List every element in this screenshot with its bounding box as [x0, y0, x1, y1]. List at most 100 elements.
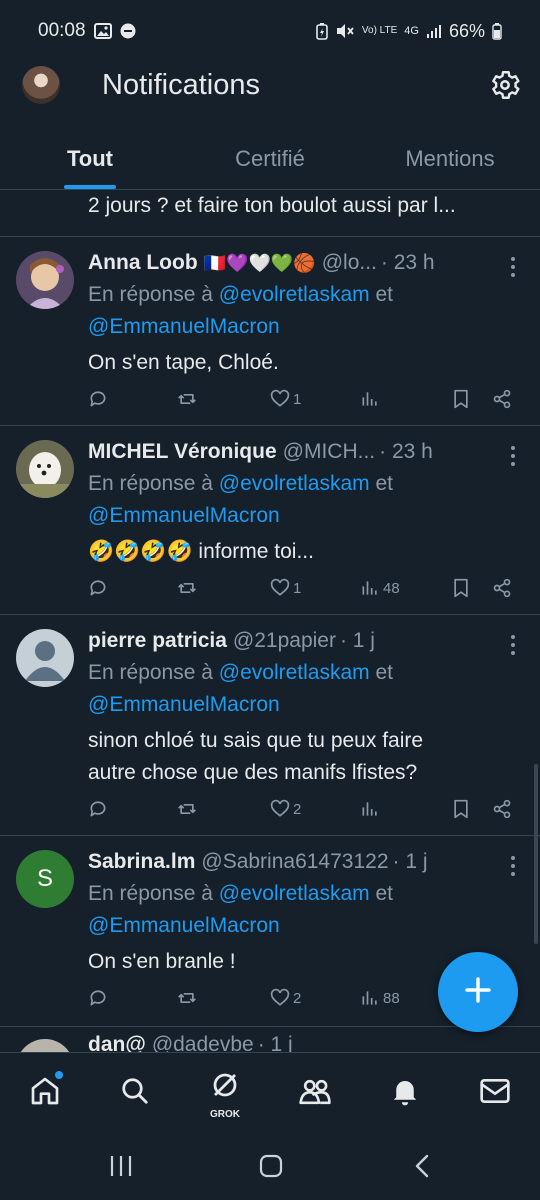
tweet-item[interactable]: pierre patricia @21papier · 1 j En répon… — [0, 615, 540, 835]
more-options-button[interactable] — [508, 633, 518, 657]
notification-feed[interactable]: 2 jours ? et faire ton boulot aussi par … — [0, 190, 540, 1052]
home-icon — [29, 1075, 61, 1112]
share-button[interactable] — [492, 389, 512, 409]
views-button[interactable]: 88 — [360, 988, 400, 1008]
reply-user-link[interactable]: @evolretlaskam — [219, 882, 370, 905]
nav-messages[interactable] — [475, 1073, 515, 1113]
reply-user-link[interactable]: @EmmanuelMacron — [88, 914, 280, 937]
nav-home[interactable] — [25, 1071, 65, 1113]
recent-apps-icon — [108, 1156, 134, 1182]
tweet-item[interactable]: Anna Loob 🇫🇷💜🤍💚🏀 @lo... · 23 h En répons… — [0, 237, 540, 425]
tweet-text-line: sinon chloé tu sais que tu peux faire — [88, 729, 424, 752]
reply-icon — [88, 799, 108, 819]
avatar[interactable] — [16, 440, 74, 498]
author-name[interactable]: MICHEL Véronique — [88, 440, 277, 464]
tweet-time: · 1 j — [257, 1033, 293, 1052]
author-handle[interactable]: @21papier — [233, 629, 336, 653]
share-button[interactable] — [492, 578, 512, 598]
nav-communities[interactable] — [295, 1073, 335, 1113]
bookmark-button[interactable] — [452, 578, 470, 598]
like-button[interactable]: 2 — [270, 988, 301, 1008]
tweet-header: Sabrina.lm @Sabrina61473122 · 1 j — [88, 850, 488, 874]
gallery-icon — [93, 23, 112, 39]
share-button[interactable] — [492, 799, 512, 819]
like-count: 2 — [293, 800, 302, 818]
reply-and: et — [375, 472, 394, 495]
status-right: Vo) LTE 4G 66% — [316, 21, 502, 42]
tweet-item[interactable]: MICHEL Véronique @MICH... · 23 h En répo… — [0, 426, 540, 614]
reply-prefix: En réponse à — [88, 472, 213, 495]
tweet-text: sinon chloé tu sais que tu peux faire au… — [88, 725, 528, 789]
tab-all[interactable]: Tout — [0, 132, 180, 189]
reply-button[interactable] — [88, 578, 108, 598]
profile-avatar[interactable] — [22, 66, 60, 104]
status-time: 00:08 — [38, 20, 86, 41]
like-button[interactable]: 2 — [270, 799, 301, 819]
retweet-button[interactable] — [176, 578, 198, 598]
more-options-button[interactable] — [508, 854, 518, 878]
reply-user-link[interactable]: @evolretlaskam — [219, 283, 370, 306]
like-button[interactable]: 1 — [270, 389, 301, 409]
reply-button[interactable] — [88, 799, 108, 819]
author-name[interactable]: Sabrina.lm — [88, 850, 195, 874]
author-handle[interactable]: @dadevbe — [152, 1033, 254, 1052]
bookmark-button[interactable] — [452, 389, 470, 409]
settings-button[interactable] — [488, 68, 522, 102]
views-button[interactable]: 48 — [360, 578, 400, 598]
notification-tabs: Tout Certifié Mentions — [0, 132, 540, 190]
reply-button[interactable] — [88, 988, 108, 1008]
nav-search[interactable] — [115, 1073, 155, 1113]
tweet-item[interactable]: dan@ @dadevbe · 1 j — [0, 1027, 540, 1052]
heart-icon — [270, 988, 290, 1008]
avatar[interactable] — [16, 251, 74, 309]
avatar[interactable] — [16, 629, 74, 687]
tweet-time: · 23 h — [379, 440, 433, 463]
recent-apps-button[interactable] — [108, 1154, 134, 1183]
views-button[interactable] — [360, 389, 383, 409]
author-handle[interactable]: @lo... — [322, 251, 377, 275]
avatar[interactable] — [16, 1039, 74, 1052]
retweet-icon — [176, 578, 198, 598]
analytics-icon — [360, 988, 380, 1008]
retweet-button[interactable] — [176, 799, 198, 819]
retweet-button[interactable] — [176, 988, 198, 1008]
author-name[interactable]: dan@ — [88, 1033, 146, 1052]
retweet-icon — [176, 389, 198, 409]
reply-button[interactable] — [88, 389, 108, 409]
more-options-button[interactable] — [508, 255, 518, 279]
status-left: 00:08 — [38, 20, 136, 42]
author-handle[interactable]: @MICH... — [283, 440, 375, 464]
home-button[interactable] — [258, 1154, 284, 1183]
back-button[interactable] — [412, 1154, 432, 1183]
home-circle-icon — [258, 1154, 284, 1182]
reply-prefix: En réponse à — [88, 283, 213, 306]
avatar[interactable]: S — [16, 850, 74, 908]
bookmark-button[interactable] — [452, 799, 470, 819]
views-button[interactable] — [360, 799, 383, 819]
author-name[interactable]: pierre patricia — [88, 629, 227, 653]
reply-user-link[interactable]: @evolretlaskam — [219, 661, 370, 684]
compose-button[interactable] — [438, 952, 518, 1032]
reply-user-link[interactable]: @EmmanuelMacron — [88, 504, 280, 527]
tab-verified[interactable]: Certifié — [180, 132, 360, 189]
reply-user-link[interactable]: @EmmanuelMacron — [88, 693, 280, 716]
status-bar: 00:08 Vo) LTE 4G 66% — [0, 0, 540, 62]
tab-mentions[interactable]: Mentions — [360, 132, 540, 189]
more-vertical-icon — [508, 446, 518, 472]
nav-notifications[interactable] — [385, 1073, 425, 1113]
reply-user-link[interactable]: @evolretlaskam — [219, 472, 370, 495]
reply-user-link[interactable]: @EmmanuelMacron — [88, 315, 280, 338]
heart-icon — [270, 578, 290, 598]
partial-tweet-text[interactable]: 2 jours ? et faire ton boulot aussi par … — [88, 194, 533, 218]
more-options-button[interactable] — [508, 444, 518, 468]
nav-grok[interactable]: GROK — [205, 1073, 245, 1120]
retweet-button[interactable] — [176, 389, 198, 409]
mute-icon — [335, 22, 355, 40]
search-icon — [120, 1076, 150, 1111]
author-handle[interactable]: @Sabrina61473122 — [201, 850, 388, 874]
like-button[interactable]: 1 — [270, 578, 301, 598]
more-vertical-icon — [508, 257, 518, 283]
author-name[interactable]: Anna Loob — [88, 251, 198, 275]
reply-icon — [88, 389, 108, 409]
scrollbar[interactable] — [534, 764, 538, 944]
